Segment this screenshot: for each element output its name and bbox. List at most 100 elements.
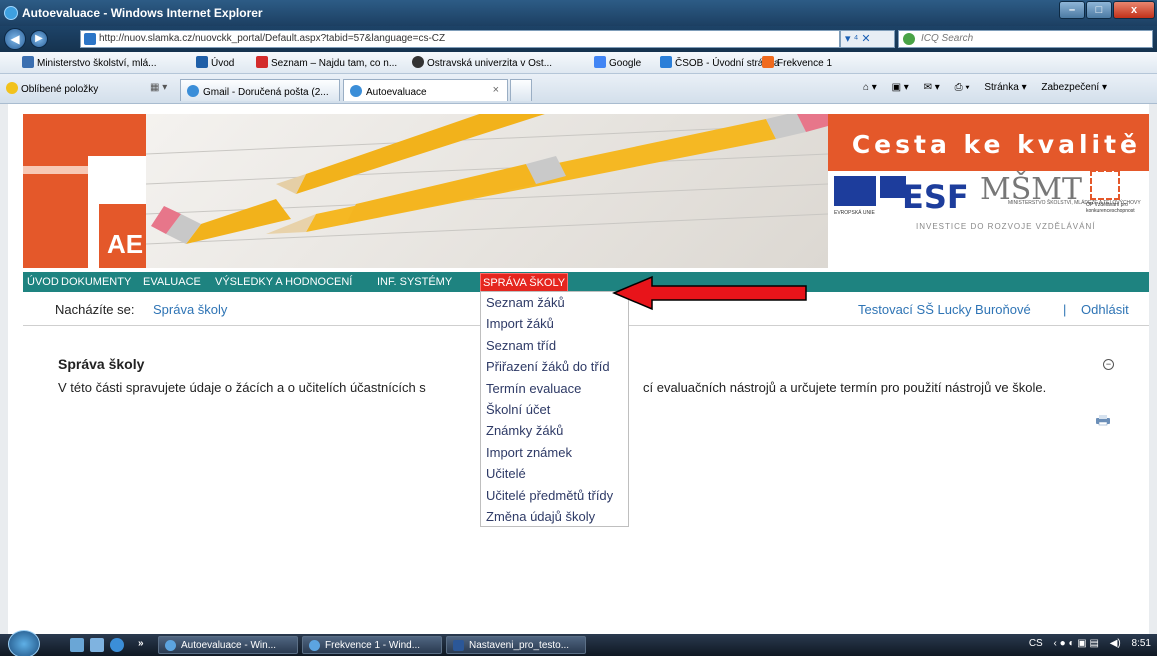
taskbar: » Autoevaluace - Win... Frekvence 1 - Wi… bbox=[0, 630, 1157, 656]
favicon-icon bbox=[22, 56, 34, 68]
ie-icon bbox=[4, 6, 18, 20]
ie-icon bbox=[309, 640, 320, 651]
tab-gmail[interactable]: Gmail - Doručená pošta (2... bbox=[180, 79, 340, 101]
vertical-scrollbar[interactable] bbox=[1149, 104, 1157, 634]
ie-icon bbox=[350, 85, 362, 97]
breadcrumb-current[interactable]: Správa školy bbox=[153, 302, 227, 317]
address-row: ◀ ▶ http://nuov.slamka.cz/nuovckk_portal… bbox=[0, 26, 1157, 52]
refresh-stop-buttons[interactable]: ▾ ⁴ ✕ bbox=[840, 30, 895, 48]
maximize-button[interactable]: □ bbox=[1086, 1, 1112, 19]
language-indicator[interactable]: CS bbox=[1029, 638, 1043, 649]
more-icon[interactable]: » bbox=[138, 638, 144, 649]
window-titlebar: Autoevaluace - Windows Internet Explorer… bbox=[0, 0, 1157, 26]
search-placeholder: ICQ Search bbox=[921, 33, 974, 44]
feeds-icon[interactable]: ▣ ▾ bbox=[892, 82, 909, 93]
minimize-button[interactable]: – bbox=[1059, 1, 1085, 19]
investice-caption: INVESTICE DO ROZVOJE VZDĚLÁVÁNÍ bbox=[916, 222, 1096, 231]
menu-vysledky[interactable]: VÝSLEDKY A HODNOCENÍ bbox=[215, 276, 352, 288]
print-icon[interactable] bbox=[1095, 414, 1111, 426]
dropdown-item[interactable]: Seznam tříd bbox=[481, 335, 628, 356]
menu-inf-systemy[interactable]: INF. SYSTÉMY bbox=[377, 276, 452, 288]
separator: | bbox=[1063, 302, 1067, 317]
dropdown-item[interactable]: Školní účet bbox=[481, 399, 628, 420]
red-arrow-annotation bbox=[612, 275, 807, 311]
back-button[interactable]: ◀ bbox=[4, 28, 26, 50]
dropdown-item[interactable]: Přiřazení žáků do tříd bbox=[481, 356, 628, 377]
print-button[interactable]: ⎙ ▾ bbox=[955, 82, 970, 93]
favicon-icon bbox=[196, 56, 208, 68]
section-text-continued: cí evaluačních nástrojů a určujete termí… bbox=[643, 380, 1047, 395]
screen: Autoevaluace - Windows Internet Explorer… bbox=[0, 0, 1157, 656]
mail-icon[interactable]: ✉ ▾ bbox=[924, 82, 940, 93]
favicon-icon bbox=[660, 56, 672, 68]
ie-icon bbox=[165, 640, 176, 651]
taskbar-button[interactable]: Nastaveni_pro_testo... bbox=[446, 636, 586, 654]
ie-icon[interactable] bbox=[110, 638, 124, 652]
dropdown-item[interactable]: Seznam žáků bbox=[481, 292, 628, 313]
breadcrumb-label: Nacházíte se: bbox=[55, 302, 135, 317]
collapse-icon[interactable]: − bbox=[1103, 359, 1114, 370]
dropdown-item[interactable]: Změna údajů školy bbox=[481, 506, 628, 527]
favorite-item[interactable]: Úvod bbox=[196, 56, 234, 69]
favorites-button[interactable]: Oblíbené položky bbox=[6, 82, 98, 95]
slogan: Cesta ke kvalitě bbox=[851, 130, 1141, 159]
word-icon bbox=[453, 640, 464, 651]
page-icon bbox=[84, 33, 96, 45]
tray-icons[interactable]: ‹ ● ◐ ▣ ▤ bbox=[1054, 638, 1099, 649]
ae-logo: AE bbox=[23, 114, 146, 268]
dropdown-item[interactable]: Import žáků bbox=[481, 313, 628, 334]
favicon-icon bbox=[762, 56, 774, 68]
quick-tabs-icon[interactable]: ▦ ▾ bbox=[150, 82, 167, 93]
favorite-item[interactable]: Google bbox=[594, 56, 641, 69]
pencils-photo bbox=[145, 114, 829, 268]
sprava-skoly-dropdown: Seznam žáků Import žáků Seznam tříd Přiř… bbox=[480, 291, 629, 527]
clock[interactable]: 8:51 bbox=[1132, 638, 1151, 649]
dropdown-item[interactable]: Termín evaluace bbox=[481, 378, 628, 399]
show-desktop-icon[interactable] bbox=[70, 638, 84, 652]
logout-link[interactable]: Odhlásit bbox=[1081, 302, 1129, 317]
favorite-item[interactable]: Ostravská univerzita v Ost... bbox=[412, 56, 552, 69]
home-icon[interactable]: ⌂ ▾ bbox=[863, 82, 877, 93]
user-name-link[interactable]: Testovací SŠ Lucky Buroňové bbox=[858, 302, 1031, 317]
section-text: V této části spravujete údaje o žácích a… bbox=[58, 380, 426, 395]
favorite-item[interactable]: Seznam – Najdu tam, co n... bbox=[256, 56, 397, 69]
taskbar-button[interactable]: Frekvence 1 - Wind... bbox=[302, 636, 442, 654]
dropdown-item[interactable]: Známky žáků bbox=[481, 420, 628, 441]
menu-uvod[interactable]: ÚVOD bbox=[27, 276, 59, 288]
page-menu[interactable]: Stránka ▾ bbox=[984, 82, 1026, 93]
new-tab-button[interactable] bbox=[510, 79, 532, 101]
start-button[interactable] bbox=[8, 630, 40, 656]
dropdown-item[interactable]: Import známek bbox=[481, 442, 628, 463]
search-input[interactable]: ICQ Search bbox=[898, 30, 1153, 48]
window-controls: – □ x bbox=[1059, 1, 1155, 19]
dropdown-item[interactable]: Učitelé bbox=[481, 463, 628, 484]
favicon-icon bbox=[594, 56, 606, 68]
command-bar: ⌂ ▾ ▣ ▾ ✉ ▾ ⎙ ▾ Stránka ▾ Zabezpečení ▾ bbox=[851, 82, 1107, 93]
sponsor-area: Cesta ke kvalitě ESF EVROPSKÁ UNIE MŠMT … bbox=[828, 114, 1149, 268]
tab-autoevaluace[interactable]: Autoevaluace × bbox=[343, 79, 508, 101]
taskbar-button[interactable]: Autoevaluace - Win... bbox=[158, 636, 298, 654]
slogan-bar: Cesta ke kvalitě bbox=[828, 114, 1149, 171]
favicon-icon bbox=[256, 56, 268, 68]
menu-sprava-skoly[interactable]: SPRÁVA ŠKOLY bbox=[480, 273, 569, 292]
volume-icon[interactable]: ◀) bbox=[1110, 638, 1121, 649]
window-title: Autoevaluace - Windows Internet Explorer bbox=[22, 6, 263, 20]
close-button[interactable]: x bbox=[1113, 1, 1155, 19]
close-tab-icon[interactable]: × bbox=[493, 84, 499, 96]
eu-caption: EVROPSKÁ UNIE bbox=[834, 210, 875, 216]
dropdown-item[interactable]: Učitelé předmětů třídy bbox=[481, 485, 628, 506]
menu-evaluace[interactable]: EVALUACE bbox=[143, 276, 201, 288]
switch-windows-icon[interactable] bbox=[90, 638, 104, 652]
address-bar[interactable]: http://nuov.slamka.cz/nuovckk_portal/Def… bbox=[80, 30, 840, 48]
pencils-illustration bbox=[145, 114, 829, 245]
op-caption: OP Vzdělávání pro konkurenceschopnost bbox=[1086, 202, 1135, 214]
op-logo bbox=[1090, 170, 1120, 200]
star-icon bbox=[6, 82, 18, 94]
page-viewport: AE Cesta ke kvalitě ESF EVROPSKÁ UNIE MŠ… bbox=[0, 104, 1157, 634]
main-menu: ÚVOD DOKUMENTY EVALUACE VÝSLEDKY A HODNO… bbox=[23, 272, 1149, 292]
menu-dokumenty[interactable]: DOKUMENTY bbox=[61, 276, 131, 288]
favorite-item[interactable]: Frekvence 1 bbox=[762, 56, 832, 69]
forward-button[interactable]: ▶ bbox=[30, 30, 48, 48]
favorite-item[interactable]: Ministerstvo školství, mlá... bbox=[22, 56, 156, 69]
security-menu[interactable]: Zabezpečení ▾ bbox=[1041, 82, 1107, 93]
